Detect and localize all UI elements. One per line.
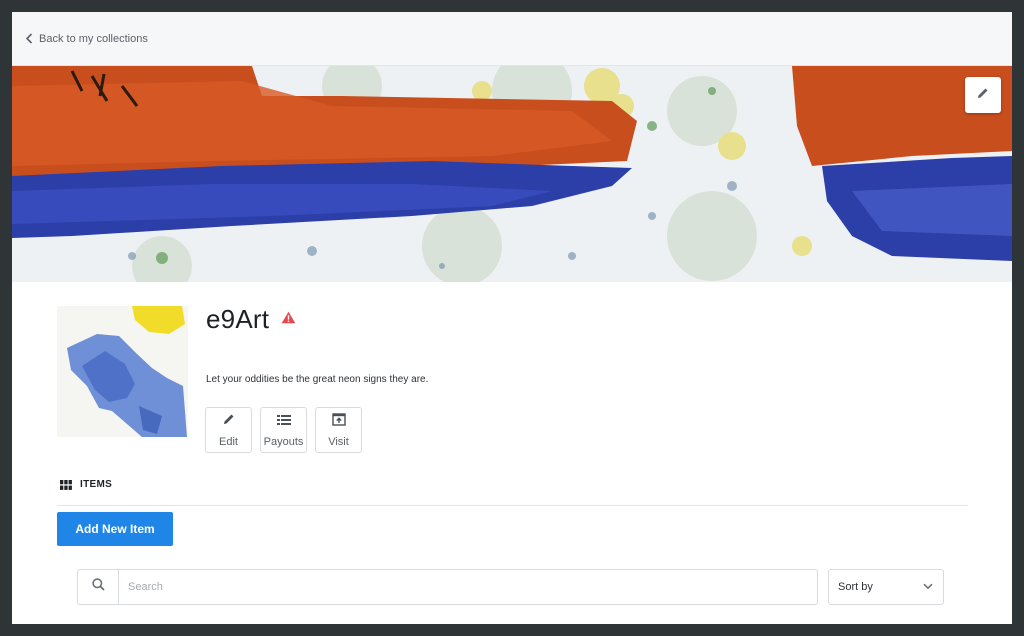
collection-profile: e9Art Let your oddities be the great neo… (12, 282, 1012, 462)
items-divider (57, 505, 968, 506)
search-icon (91, 578, 105, 596)
visit-button[interactable]: Visit (315, 407, 362, 453)
back-link[interactable]: Back to my collections (25, 33, 148, 45)
search-input[interactable] (119, 570, 817, 604)
items-section-title: ITEMS (80, 479, 113, 490)
search-bar (77, 569, 818, 605)
items-section-header: ITEMS (60, 479, 112, 490)
banner-edit-button[interactable] (965, 77, 1001, 113)
top-bar: Back to my collections (12, 12, 1012, 66)
collection-name: e9Art (206, 304, 270, 334)
external-link-icon (331, 412, 346, 431)
warning-triangle-icon[interactable] (281, 311, 296, 329)
search-icon-container (78, 570, 119, 604)
sort-dropdown-label: Sort by (838, 581, 873, 593)
app-window: Back to my collections e9Art Let your od… (12, 12, 1012, 624)
add-new-item-button[interactable]: Add New Item (57, 512, 173, 546)
back-link-label: Back to my collections (39, 32, 148, 45)
edit-button[interactable]: Edit (205, 407, 252, 453)
collection-actions: Edit Payouts Visit (205, 407, 362, 453)
collection-avatar (57, 306, 188, 437)
collection-banner (12, 66, 1012, 282)
banner-artwork (12, 66, 1012, 282)
visit-button-label: Visit (328, 435, 349, 448)
grid-icon (60, 479, 72, 490)
list-icon (276, 413, 291, 431)
pencil-icon (222, 412, 236, 431)
collection-title-row: e9Art (206, 304, 296, 335)
payouts-button-label: Payouts (263, 435, 304, 448)
sort-dropdown[interactable]: Sort by (828, 569, 944, 605)
payouts-button[interactable]: Payouts (260, 407, 307, 453)
chevron-left-icon (25, 33, 33, 44)
edit-button-label: Edit (219, 436, 238, 448)
pencil-icon (976, 86, 990, 105)
chevron-down-icon (923, 581, 933, 593)
collection-tagline: Let your oddities be the great neon sign… (206, 374, 429, 385)
